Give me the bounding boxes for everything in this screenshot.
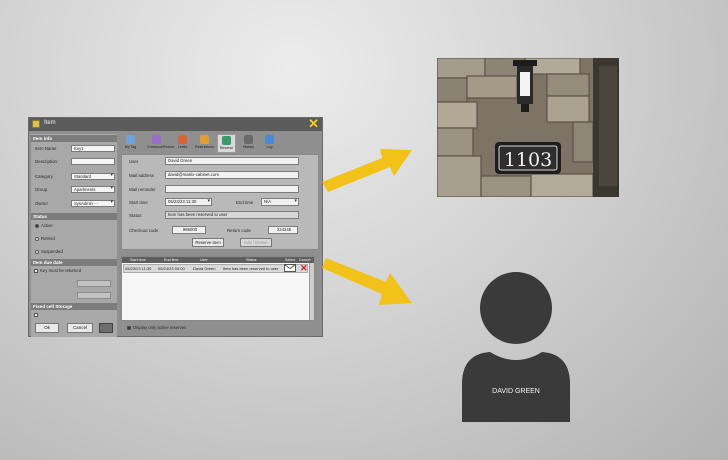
fixed-cell-checkbox[interactable] xyxy=(34,312,40,317)
house-number-photo: 1103 xyxy=(437,58,619,197)
item-window-icon xyxy=(32,120,40,128)
status-field: Item has been reserved to user xyxy=(165,211,299,219)
window-titlebar: Item ✕ xyxy=(29,116,322,131)
return-code-field[interactable]: 224245 xyxy=(268,226,298,234)
cancel-x-icon[interactable]: ✕ xyxy=(300,264,308,273)
due-time-field xyxy=(77,292,111,299)
reserve-table: Start time End time User Status Select C… xyxy=(121,256,315,321)
arrow-down-shape xyxy=(322,258,412,305)
tab-checkout-return[interactable]: Checkout/Return xyxy=(147,134,174,153)
group-label: Group xyxy=(35,187,48,192)
arrow-up-shape xyxy=(322,149,412,192)
arrow-to-photo xyxy=(322,149,412,192)
end-time-label: End time xyxy=(236,200,254,205)
start-time-field[interactable]: 05/23/23 11:30 xyxy=(165,198,212,206)
tab-restrictions[interactable]: Restrictions xyxy=(195,134,214,153)
item-info-header: Item info xyxy=(31,135,117,142)
tab-my-tag[interactable]: My Tag xyxy=(121,134,140,153)
row-start: 05/23/23 11:30 xyxy=(125,266,152,271)
person-icon xyxy=(462,272,570,422)
owner-label: Owner xyxy=(35,201,48,206)
only-active-checkbox[interactable]: Display only active reserves xyxy=(127,325,186,330)
user-avatar: DAVID GREEN xyxy=(462,272,570,422)
edit-delete-button[interactable]: Edit / Delete xyxy=(240,238,272,247)
user-field[interactable]: David Green xyxy=(165,157,299,165)
user-label: User xyxy=(129,159,139,164)
start-time-label: Start time xyxy=(129,200,148,205)
tab-history[interactable]: History xyxy=(239,134,258,153)
item-name-label: Item Name xyxy=(35,146,57,151)
ok-button[interactable]: Ok xyxy=(35,323,59,333)
item-name-field[interactable]: Key1 xyxy=(71,145,115,152)
avatar-name-label: DAVID GREEN xyxy=(492,388,540,395)
item-due-date-header: Item due date xyxy=(31,259,117,266)
checkout-icon xyxy=(152,135,161,144)
checkout-code-field[interactable]: 986000 xyxy=(172,226,206,234)
tab-limits[interactable]: Limits xyxy=(173,134,192,153)
mail-reminder-label: Mail reminder xyxy=(129,187,156,192)
table-header: Start time End time User Status Select C… xyxy=(122,257,314,263)
mail-reminder-field[interactable] xyxy=(165,185,299,193)
status-suspended-radio[interactable]: Suspended xyxy=(35,249,63,254)
table-scrollbar[interactable] xyxy=(309,263,314,320)
history-icon xyxy=(244,135,253,144)
col-user: User xyxy=(200,258,208,262)
owner-select[interactable]: SysAdmin - - xyxy=(71,200,115,207)
description-field[interactable] xyxy=(71,158,115,165)
keyboard-icon[interactable] xyxy=(99,323,113,333)
status-active-radio[interactable]: Active xyxy=(35,223,53,228)
log-icon xyxy=(265,135,274,144)
house-number-text: 1103 xyxy=(504,149,552,171)
status-header: Status xyxy=(31,213,117,220)
cancel-button[interactable]: Cancel xyxy=(67,323,93,333)
table-row[interactable]: 05/23/23 11:30 05/24/23 00:00 David Gree… xyxy=(123,264,308,273)
stone-wall-image: 1103 xyxy=(437,58,619,197)
fixed-cell-storage-header: Fixed cell Storage xyxy=(31,303,117,310)
tab-reserve[interactable]: Reserve xyxy=(217,134,236,153)
row-user: David Green xyxy=(193,266,216,271)
limits-icon xyxy=(178,135,187,144)
status-retired-radio[interactable]: Retired xyxy=(35,236,55,241)
key-returned-checkbox[interactable]: Key must be returned xyxy=(34,268,81,273)
col-start-time: Start time xyxy=(130,258,146,262)
tag-icon xyxy=(126,135,135,144)
restrictions-icon xyxy=(200,135,209,144)
col-select: Select xyxy=(285,258,296,262)
return-code-label: Return code xyxy=(227,228,251,233)
mail-icon[interactable] xyxy=(284,264,296,272)
item-info-panel: Item info Item Name Key1 Description Cat… xyxy=(31,134,117,337)
reserve-panel: User David Green Mail address david@matr… xyxy=(121,154,319,250)
due-date-field xyxy=(77,280,111,287)
mail-address-label: Mail address xyxy=(129,173,154,178)
tab-log[interactable]: Log xyxy=(260,134,279,153)
reserve-item-button[interactable]: Reserve item xyxy=(192,238,224,247)
tab-strip: My Tag Checkout/Return Limits Restrictio… xyxy=(121,134,319,155)
group-select[interactable]: Apartments xyxy=(71,186,115,193)
category-select[interactable]: Standard xyxy=(71,173,115,180)
end-time-field[interactable]: N/A xyxy=(261,198,299,206)
mail-address-field[interactable]: david@matrix-cabinet.com xyxy=(165,171,299,179)
col-status: Status xyxy=(246,258,257,262)
window-title: Item xyxy=(44,120,56,126)
arrow-to-avatar xyxy=(322,258,412,305)
reserve-icon xyxy=(222,136,231,145)
close-icon[interactable]: ✕ xyxy=(308,116,319,131)
item-window: Item ✕ Item info Item Name Key1 Descript… xyxy=(28,116,323,337)
status-label: Status xyxy=(129,213,142,218)
row-status: Item has been reserved to user xyxy=(223,266,279,271)
row-end: 05/24/23 00:00 xyxy=(158,266,185,271)
category-label: Category xyxy=(35,174,53,179)
col-end-time: End time xyxy=(164,258,179,262)
description-label: Description xyxy=(35,159,57,164)
checkout-code-label: Checkout code xyxy=(129,228,159,233)
